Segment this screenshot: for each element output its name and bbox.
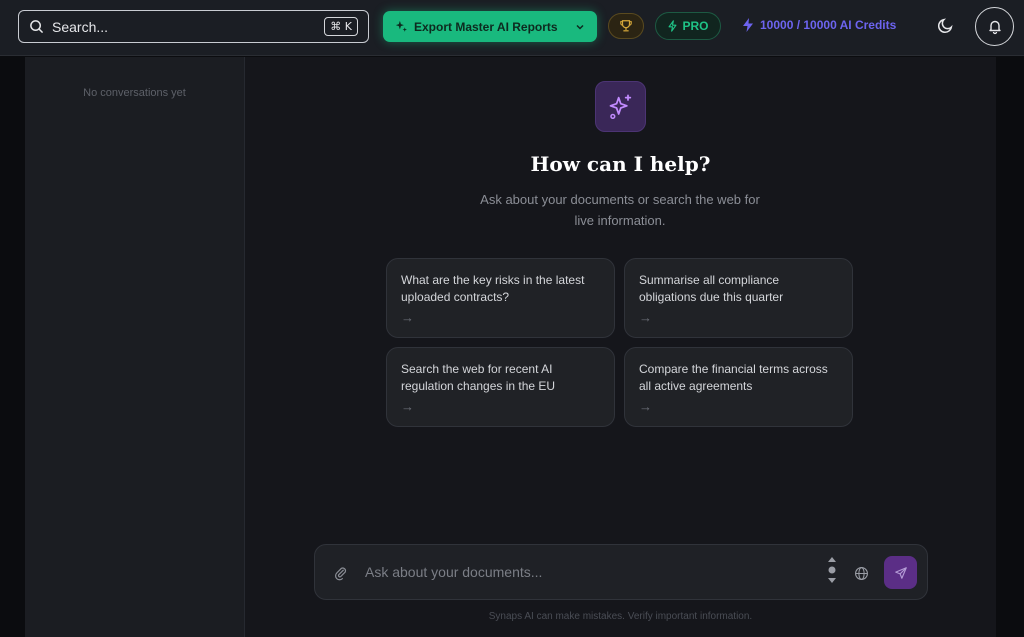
empty-conversations-text: No conversations yet [83,87,186,99]
bolt-icon [743,18,753,32]
attach-button[interactable] [333,565,348,586]
chevron-up-icon [828,557,836,562]
search-shortcut: ⌘ K [324,17,358,36]
trophy-icon [620,20,632,32]
arrow-right-icon: → [401,310,414,325]
credits-indicator[interactable]: 10000 / 10000 AI Credits [742,18,896,32]
message-composer: Ask about your documents... [314,544,928,600]
arrow-right-icon: → [401,399,414,414]
arrow-right-icon: → [639,399,652,414]
bolt-icon [668,20,677,32]
send-icon [894,566,907,579]
reasoning-stepper[interactable] [827,556,837,584]
export-label: Export Master AI Reports [414,19,558,34]
suggestion-card[interactable]: What are the key risks in the latest upl… [386,258,615,338]
search-icon [30,20,43,33]
pro-badge[interactable]: PRO [655,12,721,40]
arrow-right-icon: → [639,310,652,325]
notifications-button[interactable] [975,7,1014,46]
sparkle-icon [395,20,407,32]
web-search-toggle[interactable] [854,566,869,586]
bell-icon [988,20,1001,35]
suggestion-text: Search the web for recent AI regulation … [401,362,556,393]
sparkle-icon [609,93,631,119]
chevron-down-icon [828,578,836,583]
top-bar: Search... ⌘ K Export Master AI Reports P… [0,0,1024,56]
disclaimer-text: Synaps AI can make mistakes. Verify impo… [488,611,753,622]
suggestion-card[interactable]: Compare the financial terms across all a… [624,347,853,427]
suggestion-text: What are the key risks in the latest upl… [401,273,585,304]
credits-label: 10000 / 10000 AI Credits [760,18,897,32]
globe-icon [855,567,868,580]
chevron-down-icon [576,24,584,30]
trophy-button[interactable] [608,13,644,39]
send-button[interactable] [884,556,917,589]
pro-label: PRO [682,19,709,33]
suggestion-text: Summarise all compliance obligations due… [639,273,784,304]
dot-icon [828,566,836,574]
conversations-sidebar: No conversations yet [25,57,245,637]
suggestion-card[interactable]: Search the web for recent AI regulation … [386,347,615,427]
theme-toggle[interactable] [937,17,954,39]
export-reports-button[interactable]: Export Master AI Reports [383,11,597,42]
paperclip-icon [334,567,347,581]
assistant-logo [595,81,646,132]
message-input[interactable]: Ask about your documents... [365,564,542,580]
page-title: How can I help? [530,152,711,176]
suggestion-card[interactable]: Summarise all compliance obligations due… [624,258,853,338]
suggestion-text: Compare the financial terms across all a… [639,362,828,393]
moon-icon [938,18,953,33]
chat-main: How can I help? Ask about your documents… [245,57,996,637]
search-button[interactable]: Search... ⌘ K [18,10,369,43]
page-subtitle: Ask about your documents or search the w… [480,192,760,228]
search-label: Search... [52,18,109,35]
